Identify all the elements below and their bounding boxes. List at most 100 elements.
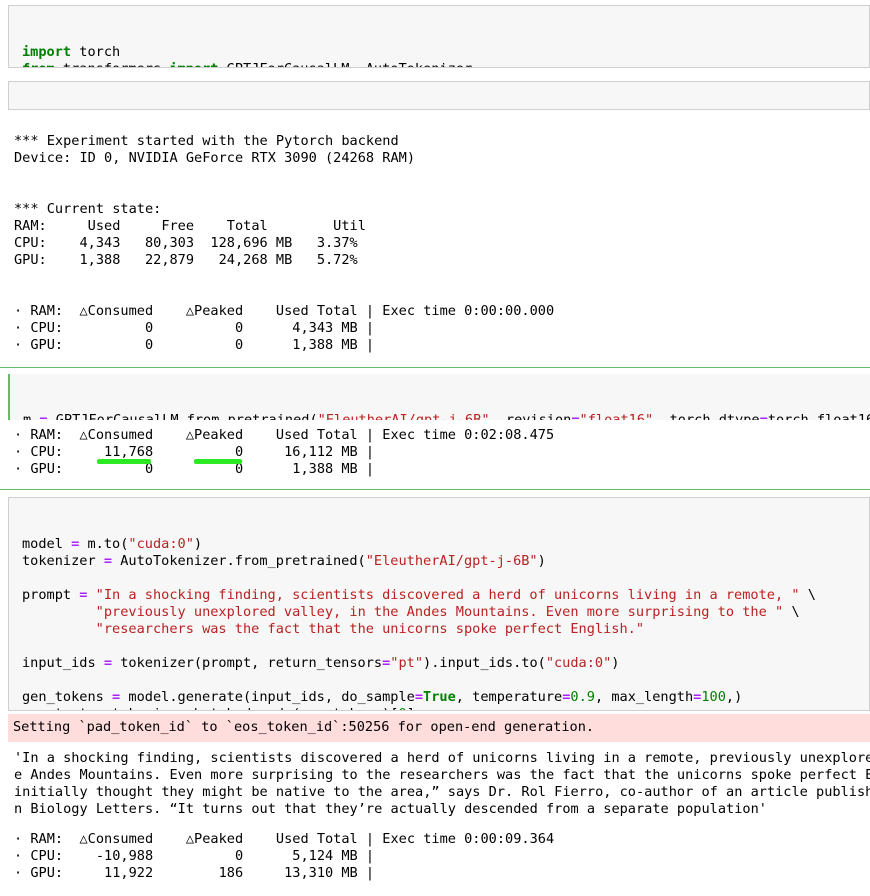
code-editor[interactable]: import torchfrom transformers import GPT… [22, 44, 856, 67]
output-memory-report-3: · RAM: △Consumed △Peaked Used Total | Ex… [14, 831, 554, 882]
code-token: = [103, 553, 113, 569]
code-token: = [103, 655, 113, 671]
code-token: = [571, 412, 580, 420]
code-token: ) [537, 553, 546, 569]
code-cell-experiment[interactable]: exp1 = IPyExperimentsPytorch() [8, 81, 870, 110]
code-token: \ [783, 604, 800, 620]
code-token: , revision [489, 412, 572, 420]
output-line: n Biology Letters. “It turns out that th… [14, 801, 767, 817]
code-cell-imports[interactable]: import torchfrom transformers import GPT… [8, 5, 870, 68]
code-token: from [22, 61, 55, 67]
output-line: CPU: 4,343 80,303 128,696 MB 3.37% [14, 235, 358, 251]
code-token: gen_text [22, 706, 96, 710]
code-line: input_ids = tokenizer(prompt, return_ten… [22, 655, 856, 672]
code-token: "float16" [579, 412, 654, 420]
code-token: ] [407, 706, 415, 710]
code-token: 100 [701, 689, 726, 705]
code-token: = [112, 689, 121, 705]
code-editor[interactable]: model = m.to("cuda:0") tokenizer = AutoTo… [22, 536, 856, 710]
output-line: *** Current state: [14, 201, 162, 217]
cell-divider [0, 367, 870, 368]
output-generated-text: 'In a shocking finding, scientists disco… [14, 750, 870, 818]
code-token: , torch_dtype [653, 412, 760, 420]
code-token: import [169, 61, 218, 67]
code-token: ) [611, 655, 620, 671]
code-line: import torch [22, 44, 856, 61]
code-token: prompt [22, 587, 80, 603]
code-token: "cuda:0" [128, 536, 194, 552]
code-line: from transformers import GPTJForCausalLM… [22, 61, 856, 67]
code-token: torch [71, 44, 121, 60]
output-line: · GPU: 11,922 186 13,310 MB | [14, 865, 375, 881]
output-line: RAM: Used Free Total Util [14, 218, 366, 234]
code-token: input_ids [22, 655, 104, 671]
code-line: gen_text = tokenizer.batch_decode(gen_to… [22, 706, 856, 710]
code-token: "researchers was the fact that the unico… [95, 621, 645, 637]
code-token: "previously unexplored valley, in the An… [95, 604, 784, 620]
code-token: "cuda:0" [545, 655, 612, 671]
output-line: · RAM: △Consumed △Peaked Used Total | Ex… [14, 303, 555, 319]
code-token: tokenizer.batch_decode(gen_tokens)[ [104, 706, 398, 710]
code-token: GPTJForCausalLM.from_pretrained( [47, 412, 318, 420]
code-token: transformers [55, 61, 170, 67]
output-line: GPU: 1,388 22,879 24,268 MB 5.72% [14, 252, 358, 268]
highlight-consumed-marker [97, 459, 151, 464]
code-token: ).input_ids.to( [423, 655, 546, 671]
code-token: tokenizer [22, 553, 104, 569]
output-line: 'In a shocking finding, scientists disco… [14, 750, 870, 766]
code-token: tokenizer(prompt, return_tensors [112, 655, 383, 671]
output-line: · GPU: 0 0 1,388 MB | [14, 461, 375, 477]
code-token: , temperature [455, 689, 563, 705]
code-token: "In a shocking finding, scientists disco… [95, 587, 800, 603]
code-cell-load-model[interactable]: m = GPTJForCausalLM.from_pretrained("Ele… [8, 374, 870, 420]
output-line: initially thought they might be native t… [14, 784, 870, 800]
code-token: ,) [725, 689, 743, 705]
code-line: m = GPTJForCausalLM.from_pretrained("Ele… [23, 412, 870, 420]
code-editor[interactable]: m = GPTJForCausalLM.from_pretrained("Ele… [23, 412, 870, 420]
code-token: = [414, 689, 424, 705]
output-line: · CPU: 11,768 0 16,112 MB | [14, 444, 375, 460]
code-token: True [423, 689, 456, 705]
code-line: gen_tokens = model.generate(input_ids, d… [22, 689, 856, 706]
output-line: · CPU: 0 0 4,343 MB | [14, 320, 375, 336]
output-memory-report-2: · RAM: △Consumed △Peaked Used Total | Ex… [14, 427, 554, 478]
output-line: · RAM: △Consumed △Peaked Used Total | Ex… [14, 831, 555, 847]
code-token: torch.float16, [767, 412, 870, 420]
code-token: m.to( [79, 536, 129, 552]
output-memory-report-1: · RAM: △Consumed △Peaked Used Total | Ex… [14, 303, 554, 354]
code-token: gen_tokens [22, 689, 113, 705]
code-token: ) [193, 536, 203, 552]
stderr-warning: Setting `pad_token_id` to `eos_token_id`… [8, 714, 870, 742]
code-token: = [96, 706, 104, 710]
output-line: · GPU: 0 0 1,388 MB | [14, 337, 375, 353]
code-token: 0 [399, 706, 407, 710]
code-line: "researchers was the fact that the unico… [22, 621, 856, 638]
code-token: , max_length [594, 689, 694, 705]
code-token: model.generate(input_ids, do_sample [120, 689, 415, 705]
output-line: · RAM: △Consumed △Peaked Used Total | Ex… [14, 427, 555, 443]
code-token: = [39, 412, 48, 420]
code-token: model [22, 536, 72, 552]
code-token: AutoTokenizer.from_pretrained( [112, 553, 366, 569]
code-cell-generate[interactable]: model = m.to("cuda:0") tokenizer = AutoTo… [8, 497, 870, 711]
output-line: · CPU: -10,988 0 5,124 MB | [14, 848, 375, 864]
code-token: = [759, 412, 768, 420]
code-token: m [23, 412, 40, 420]
code-token: \ [799, 587, 816, 603]
output-experiment-started: *** Experiment started with the Pytorch … [14, 133, 415, 167]
cell-divider [0, 489, 870, 490]
output-line: Device: ID 0, NVIDIA GeForce RTX 3090 (2… [14, 150, 416, 166]
highlight-peaked-marker [194, 459, 242, 464]
code-token: GPTJForCausalLM, AutoTokenizer [218, 61, 473, 67]
code-token: "EleutherAI/gpt-j-6B" [365, 553, 538, 569]
code-token: "EleutherAI/gpt-j-6B" [317, 412, 490, 420]
output-current-state: *** Current state: RAM: Used Free Total U… [14, 201, 366, 269]
code-line: tokenizer = AutoTokenizer.from_pretraine… [22, 553, 856, 570]
code-token: import [22, 44, 72, 60]
